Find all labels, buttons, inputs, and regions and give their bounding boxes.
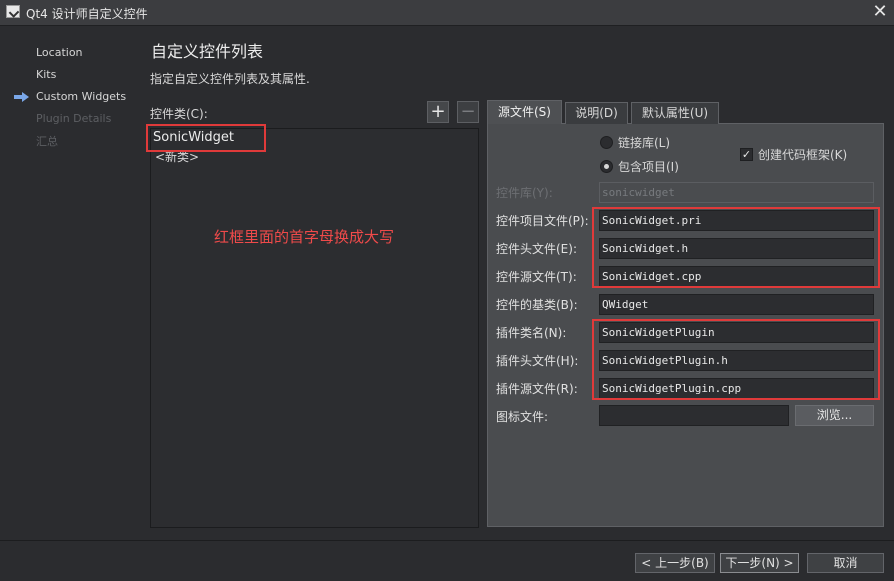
plugin-class-name-label: 插件类名(N): <box>496 326 567 340</box>
class-list-label: 控件类(C): <box>150 107 208 121</box>
annotation-box-widget-files <box>592 207 880 288</box>
qt-app-icon <box>6 5 20 18</box>
plugin-source-file-label: 插件源文件(R): <box>496 382 578 396</box>
cancel-button[interactable]: 取消 <box>807 553 884 573</box>
link-library-radio[interactable] <box>600 136 613 149</box>
tab-default-properties[interactable]: 默认属性(U) <box>631 102 719 124</box>
page-subtitle: 指定自定义控件列表及其属性. <box>150 72 310 86</box>
annotation-box-class <box>146 124 266 152</box>
step-kits: Kits <box>36 68 57 81</box>
tab-description[interactable]: 说明(D) <box>565 102 628 124</box>
icon-file-field[interactable] <box>599 405 789 426</box>
widget-base-class-field[interactable]: QWidget <box>599 294 874 315</box>
widget-header-file-label: 控件头文件(E): <box>496 242 577 256</box>
step-plugin-details: Plugin Details <box>36 112 112 125</box>
next-button[interactable]: 下一步(N) > <box>720 553 799 573</box>
create-skeleton-label: 创建代码框架(K) <box>758 148 848 162</box>
plugin-header-file-label: 插件头文件(H): <box>496 354 579 368</box>
browse-button[interactable]: 浏览... <box>795 405 874 426</box>
step-summary: 汇总 <box>36 135 58 148</box>
page-title: 自定义控件列表 <box>151 42 264 61</box>
widget-source-file-label: 控件源文件(T): <box>496 270 577 284</box>
widget-base-class-label: 控件的基类(B): <box>496 298 578 312</box>
footer-divider <box>0 540 894 541</box>
annotation-box-plugin-files <box>592 319 880 400</box>
widget-library-field: sonicwidget <box>599 182 874 203</box>
icon-file-label: 图标文件: <box>496 410 549 424</box>
step-location: Location <box>36 46 83 59</box>
close-window-button[interactable]: ✕ <box>870 2 890 22</box>
link-library-label: 链接库(L) <box>618 136 671 150</box>
include-project-radio[interactable] <box>600 160 613 173</box>
add-class-button[interactable]: + <box>427 101 449 123</box>
step-custom-widgets: Custom Widgets <box>36 90 127 103</box>
include-project-label: 包含项目(I) <box>618 160 679 174</box>
remove-class-button[interactable]: − <box>457 101 479 123</box>
window-title: Qt4 设计师自定义控件 <box>26 7 148 21</box>
annotation-text: 红框里面的首字母换成大写 <box>214 228 395 246</box>
tab-source-files[interactable]: 源文件(S) <box>487 100 562 124</box>
widget-project-file-label: 控件项目文件(P): <box>496 214 589 228</box>
widget-library-label: 控件库(Y): <box>496 186 553 200</box>
class-list[interactable] <box>150 128 479 528</box>
back-button[interactable]: < 上一步(B) <box>635 553 715 573</box>
create-skeleton-checkbox[interactable]: ✓ <box>740 148 753 161</box>
